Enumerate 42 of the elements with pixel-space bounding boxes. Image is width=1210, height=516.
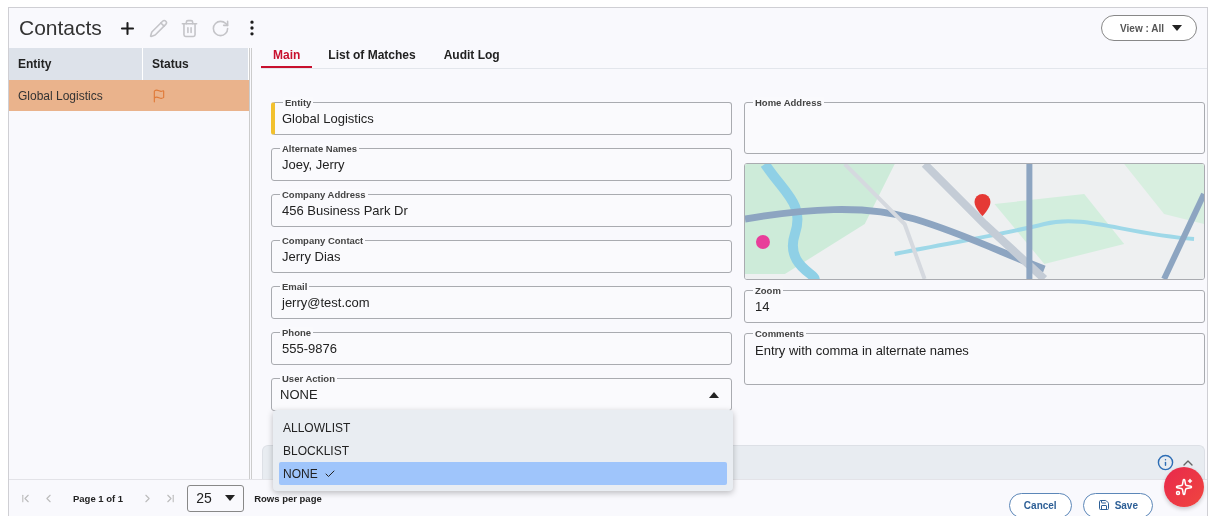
- sparkle-icon: [1175, 478, 1193, 496]
- field-value: Jerry Dias: [282, 249, 341, 264]
- caret-down-icon: [1172, 25, 1182, 31]
- table-cell-text: Global Logistics: [17, 87, 104, 105]
- view-dropdown[interactable]: View : All: [1101, 15, 1197, 41]
- rows-per-page-select[interactable]: 25: [187, 484, 245, 512]
- info-icon[interactable]: [1157, 454, 1174, 471]
- tab[interactable]: Main: [261, 48, 313, 68]
- field-label: Entity: [283, 97, 314, 108]
- tab[interactable]: List of Matches: [316, 48, 428, 68]
- field-value: 14: [755, 299, 770, 314]
- table-row[interactable]: Global Logistics: [9, 80, 249, 111]
- field-value: 555-9876: [282, 341, 337, 356]
- field-label: Home Address: [753, 97, 824, 108]
- page-title: Contacts: [19, 16, 102, 40]
- caret-up-icon: [709, 391, 719, 398]
- page-indicator: Page 1 of 1: [73, 492, 124, 504]
- field-label: User Action: [280, 373, 337, 384]
- menu-option[interactable]: ALLOWLIST: [279, 416, 727, 439]
- field-label: Company Address: [280, 189, 368, 200]
- save-button[interactable]: Save: [1082, 492, 1153, 516]
- menu-option[interactable]: NONE: [279, 462, 727, 485]
- field-label: Email: [280, 281, 310, 292]
- field-value: Global Logistics: [282, 111, 374, 126]
- rows-per-page-label: Rows per page: [254, 492, 322, 504]
- field-label: Alternate Names: [280, 143, 359, 154]
- field-label: Company Contact: [280, 235, 366, 246]
- field-value: Entry with comma in alternate names: [755, 343, 969, 358]
- cancel-button[interactable]: Cancel: [1008, 492, 1072, 516]
- field-label: Zoom: [753, 285, 783, 296]
- caret-down-icon: [225, 495, 236, 501]
- flag-icon: [152, 88, 166, 103]
- menu-option[interactable]: BLOCKLIST: [279, 439, 727, 462]
- save-icon: [1097, 499, 1110, 511]
- field-value: Joey, Jerry: [282, 157, 345, 172]
- select-value: NONE: [280, 387, 318, 402]
- field-label: Comments: [753, 328, 807, 339]
- field-value: jerry@test.com: [282, 295, 370, 310]
- assistant-button[interactable]: [1164, 467, 1204, 507]
- field-value: 456 Business Park Dr: [282, 203, 408, 218]
- field-label: Phone: [280, 327, 314, 338]
- tab[interactable]: Audit Log: [431, 48, 512, 68]
